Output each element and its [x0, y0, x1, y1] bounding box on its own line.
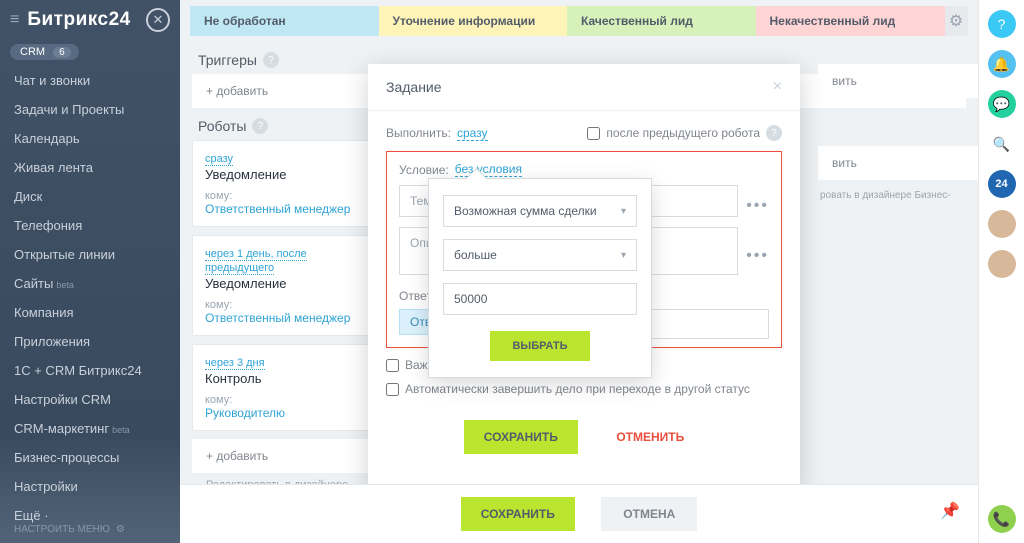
sidebar-item[interactable]: 1С + CRM Битрикс24 — [0, 356, 180, 385]
more-icon[interactable]: ••• — [746, 247, 769, 265]
sidebar-item[interactable]: Компания — [0, 298, 180, 327]
robot-card[interactable]: через 1 день, после предыдущего Уведомле… — [192, 235, 382, 336]
robot-card[interactable]: сразу Уведомление кому: Ответственный ме… — [192, 140, 382, 227]
condition-value[interactable]: без условия — [455, 162, 522, 177]
crm-badge: 6 — [53, 47, 71, 58]
sidebar: ≡ Битрикс24 ✕ CRM 6 Чат и звонки Задачи … — [0, 0, 180, 543]
gear-icon: ⚙ — [116, 524, 125, 535]
chevron-down-icon: ▾ — [621, 206, 626, 217]
autocomplete-checkbox[interactable] — [386, 383, 399, 396]
close-icon[interactable]: × — [773, 78, 782, 96]
help-icon[interactable]: ? — [988, 10, 1016, 38]
help-icon[interactable]: ? — [263, 52, 279, 68]
robots-column: сразу Уведомление кому: Ответственный ме… — [192, 140, 382, 509]
b24-icon[interactable]: 24 — [988, 170, 1016, 198]
bottom-bar: СОХРАНИТЬ ОТМЕНА 📌 — [180, 484, 978, 543]
stage-gear-icon[interactable]: ⚙ — [944, 6, 968, 36]
close-icon[interactable]: ✕ — [146, 8, 170, 32]
logo: Битрикс24 — [27, 9, 130, 31]
sidebar-item[interactable]: Сайтыbeta — [0, 269, 180, 298]
right-column-stub: вить вить ровать в дизайнере Бизнес- — [818, 64, 978, 207]
search-icon[interactable]: 🔍 — [988, 130, 1016, 158]
select-button[interactable]: ВЫБРАТЬ — [490, 331, 589, 361]
cancel-button[interactable]: ОТМЕНИТЬ — [596, 420, 704, 454]
sidebar-item[interactable]: Телефония — [0, 211, 180, 240]
operator-select[interactable]: больше▾ — [443, 239, 637, 271]
modal-title: Задание — [386, 79, 442, 95]
help-icon[interactable]: ? — [252, 118, 268, 134]
sidebar-item[interactable]: Бизнес-процессы — [0, 443, 180, 472]
edit-stub[interactable]: ровать в дизайнере Бизнес- — [818, 184, 978, 207]
menu-icon[interactable]: ≡ — [10, 11, 19, 29]
add-robot[interactable]: + добавить — [192, 439, 382, 473]
add-robot-stub[interactable]: вить — [818, 146, 978, 180]
bell-icon[interactable]: 🔔 — [988, 50, 1016, 78]
page-cancel-button[interactable]: ОТМЕНА — [601, 497, 697, 531]
pin-icon[interactable]: 📌 — [940, 501, 960, 521]
sidebar-item[interactable]: Живая лента — [0, 153, 180, 182]
sidebar-item[interactable]: Чат и звонки — [0, 66, 180, 95]
chat-icon[interactable]: 💬 — [988, 90, 1016, 118]
page-save-button[interactable]: СОХРАНИТЬ — [461, 497, 575, 531]
save-button[interactable]: СОХРАНИТЬ — [464, 420, 578, 454]
sidebar-item[interactable]: Настройки — [0, 472, 180, 501]
rightbar: ? 🔔 💬 🔍 24 📞 — [978, 0, 1024, 543]
more-icon[interactable]: ••• — [746, 197, 769, 215]
sidebar-item[interactable]: Задачи и Проекты — [0, 95, 180, 124]
add-trigger-stub[interactable]: вить — [818, 64, 978, 98]
after-prev-checkbox[interactable] — [587, 127, 600, 140]
execute-label: Выполнить: — [386, 126, 451, 140]
avatar[interactable] — [988, 210, 1016, 238]
sidebar-item[interactable]: Календарь — [0, 124, 180, 153]
important-checkbox[interactable] — [386, 359, 399, 372]
stage[interactable]: Качественный лид — [567, 6, 757, 36]
stage[interactable]: Не обработан — [190, 6, 380, 36]
condition-popover: Возможная сумма сделки▾ больше▾ ВЫБРАТЬ — [428, 178, 652, 378]
stage[interactable]: Уточнение информации — [379, 6, 569, 36]
phone-icon[interactable]: 📞 — [988, 505, 1016, 533]
avatar[interactable] — [988, 250, 1016, 278]
sidebar-item[interactable]: Диск — [0, 182, 180, 211]
execute-value[interactable]: сразу — [457, 126, 488, 141]
sidebar-crm-pill[interactable]: CRM 6 — [10, 44, 79, 60]
value-input[interactable] — [443, 283, 637, 315]
chevron-down-icon: ▾ — [621, 250, 626, 261]
stage[interactable]: Некачественный лид — [756, 6, 946, 36]
sidebar-item[interactable]: CRM-маркетингbeta — [0, 414, 180, 443]
sidebar-footer[interactable]: НАСТРОИТЬ МЕНЮ⚙ — [0, 516, 180, 543]
field-select[interactable]: Возможная сумма сделки▾ — [443, 195, 637, 227]
condition-label: Условие: — [399, 163, 449, 177]
sidebar-item[interactable]: Открытые линии — [0, 240, 180, 269]
sidebar-item[interactable]: Приложения — [0, 327, 180, 356]
robot-card[interactable]: через 3 дня Контроль кому: Руководителю — [192, 344, 382, 431]
sidebar-item[interactable]: Настройки CRM — [0, 385, 180, 414]
help-icon[interactable]: ? — [766, 125, 782, 141]
stage-bar: Не обработан Уточнение информации Качест… — [180, 0, 978, 42]
